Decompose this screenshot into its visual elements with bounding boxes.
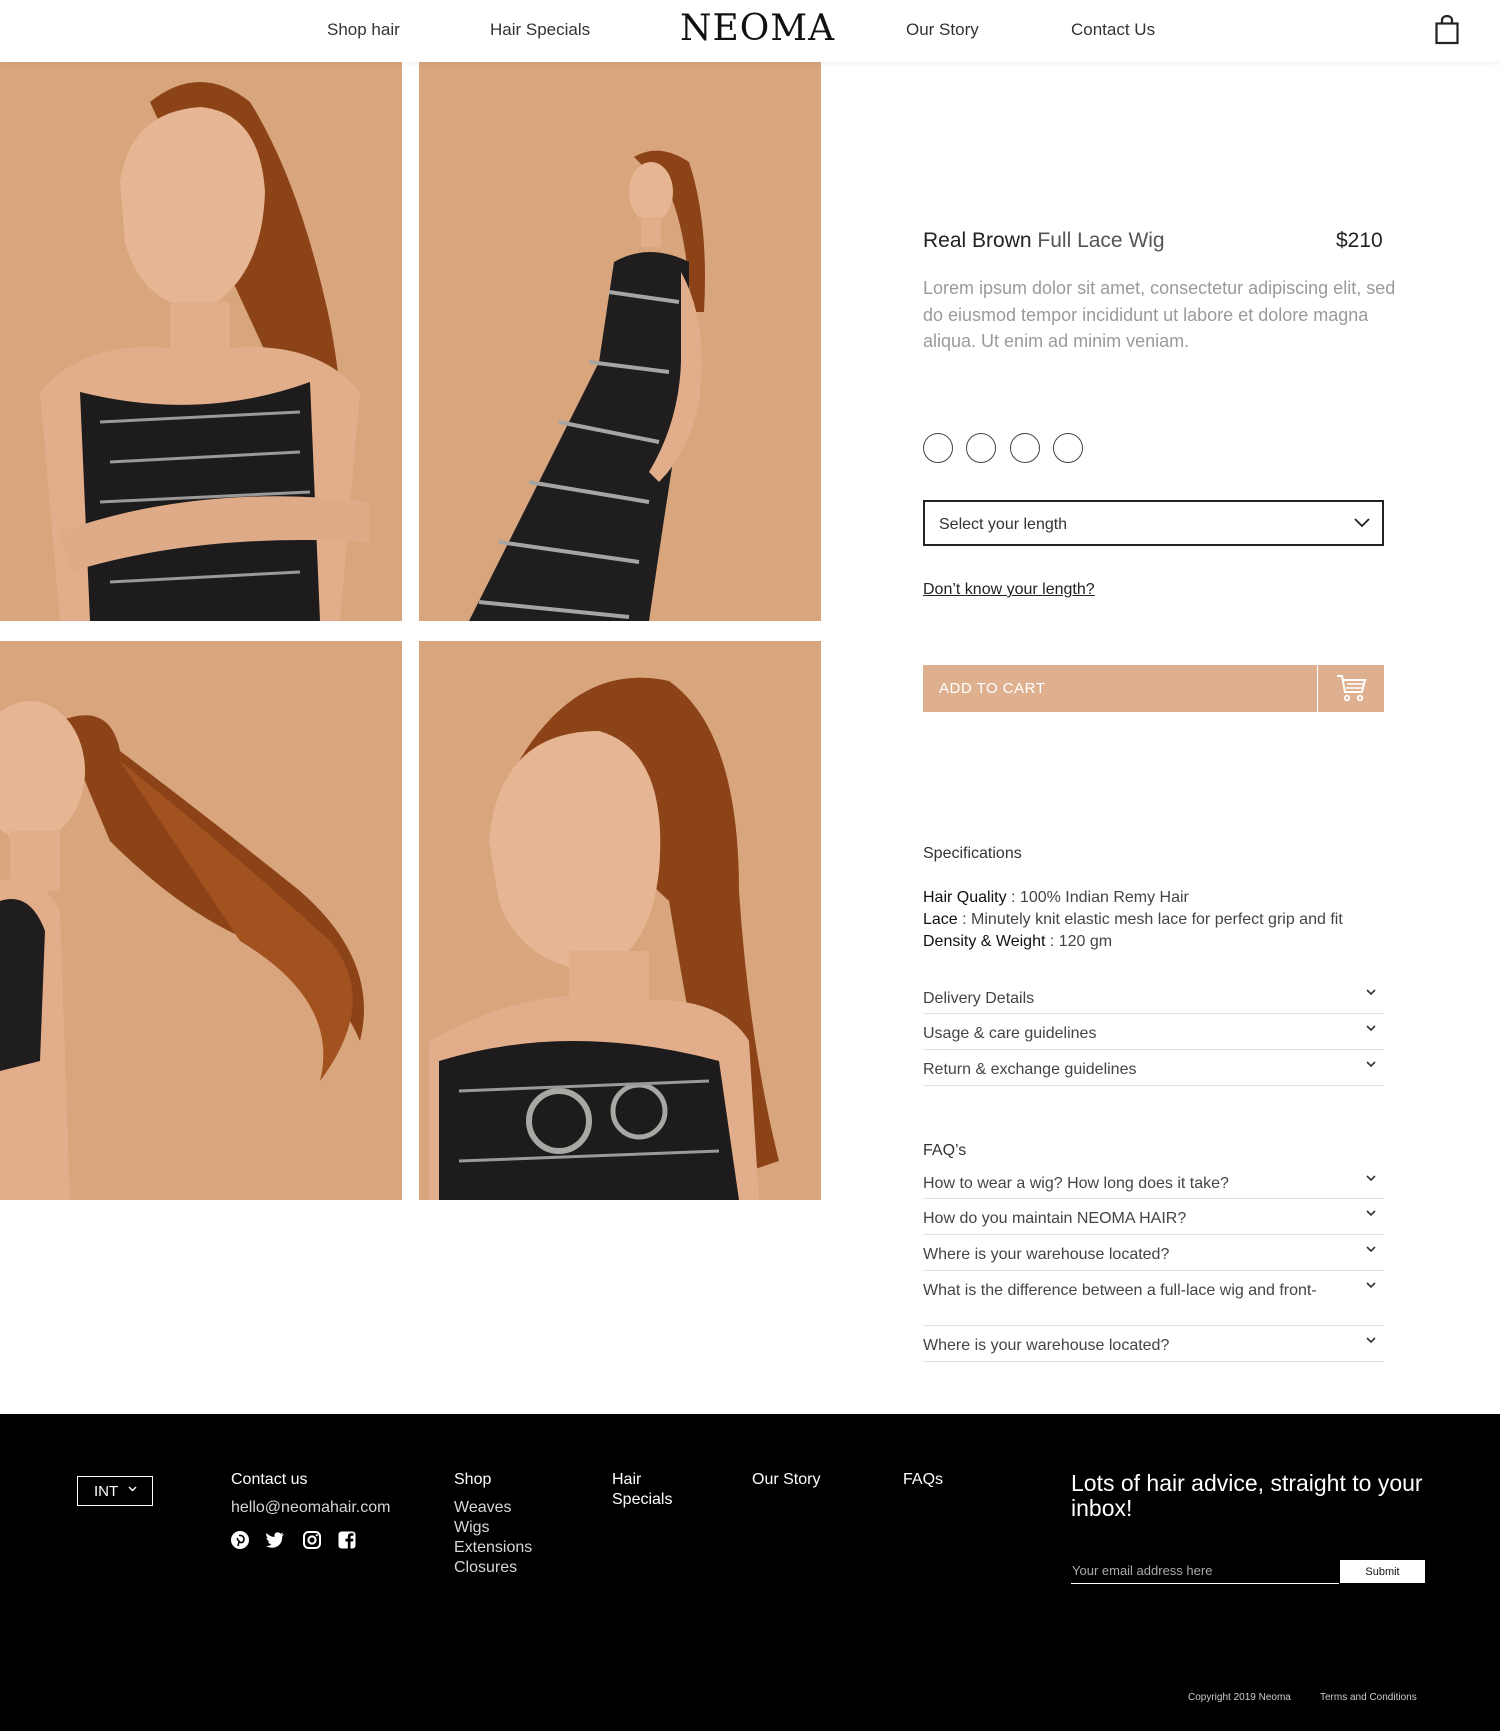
product-title-rest: Full Lace Wig <box>1031 229 1165 252</box>
chevron-down-icon <box>1366 1246 1376 1253</box>
footer-our-story[interactable]: Our Story <box>752 1471 820 1489</box>
site-header: Shop hair Hair Specials NEOMA Our Story … <box>0 0 1500 62</box>
faq-item[interactable]: How do you maintain NEOMA HAIR? <box>923 1199 1384 1235</box>
product-photo-1[interactable] <box>0 62 402 621</box>
faq-question: What is the difference between a full-la… <box>923 1282 1317 1299</box>
spec-density-weight: Density & Weight : 120 gm <box>923 933 1112 951</box>
chevron-down-icon <box>1366 1025 1376 1032</box>
nav-hair-specials[interactable]: Hair Specials <box>490 20 590 40</box>
chevron-down-icon <box>1366 1061 1376 1068</box>
chevron-down-icon <box>1366 1282 1376 1289</box>
footer-hair-specials-line1[interactable]: Hair <box>612 1471 641 1489</box>
model-profile-closeup <box>419 641 821 1200</box>
faq-question: How do you maintain NEOMA HAIR? <box>923 1210 1187 1227</box>
cart-icon <box>1337 675 1367 702</box>
length-select[interactable]: Select your length <box>923 500 1384 546</box>
region-label: INT <box>94 1483 119 1500</box>
length-select-label: Select your length <box>939 516 1068 533</box>
spec-key: Hair Quality <box>923 889 1007 906</box>
product-description: Lorem ipsum dolor sit amet, consectetur … <box>923 278 1396 351</box>
faq-question: How to wear a wig? How long does it take… <box>923 1175 1229 1192</box>
spec-key: Density & Weight <box>923 933 1046 950</box>
chevron-down-icon <box>1366 1337 1376 1344</box>
color-swatch-1[interactable] <box>923 433 953 463</box>
spec-key: Lace <box>923 911 958 928</box>
site-footer: INT Contact us hello@neomahair.com Shop … <box>0 1414 1500 1731</box>
footer-contact-heading: Contact us <box>231 1471 308 1488</box>
site-logo[interactable]: NEOMA <box>680 8 835 49</box>
nav-shop-hair[interactable]: Shop hair <box>327 20 400 40</box>
chevron-down-icon <box>1354 518 1370 528</box>
chevron-down-icon <box>128 1486 137 1492</box>
product-price: $210 <box>1336 229 1383 252</box>
accordion-usage-care[interactable]: Usage & care guidelines <box>923 1014 1384 1050</box>
faq-question: Where is your warehouse located? <box>923 1246 1170 1263</box>
footer-faqs[interactable]: FAQs <box>903 1471 943 1489</box>
accordion-label: Usage & care guidelines <box>923 1025 1097 1042</box>
newsletter-title: Lots of hair advice, straight to your in… <box>1071 1470 1423 1521</box>
spec-value: : 120 gm <box>1045 933 1113 950</box>
chevron-down-icon <box>1366 989 1376 996</box>
chevron-down-icon <box>1366 1210 1376 1217</box>
newsletter-submit-button[interactable]: Submit <box>1340 1560 1425 1583</box>
twitter-icon[interactable] <box>265 1530 285 1550</box>
footer-hair-specials-line2[interactable]: Specials <box>612 1491 672 1509</box>
color-swatch-4[interactable] <box>1053 433 1083 463</box>
accordion-delivery-details[interactable]: Delivery Details <box>923 980 1384 1014</box>
faq-item[interactable]: How to wear a wig? How long does it take… <box>923 1165 1384 1199</box>
add-to-cart-label: ADD TO CART <box>939 680 1046 697</box>
pinterest-icon[interactable] <box>230 1530 250 1550</box>
footer-link-extensions[interactable]: Extensions <box>454 1539 532 1557</box>
chevron-down-icon <box>1366 1175 1376 1182</box>
color-swatch-2[interactable] <box>966 433 996 463</box>
region-select[interactable]: INT <box>77 1476 153 1506</box>
shopping-bag-icon[interactable] <box>1435 15 1459 45</box>
copyright-text: Copyright 2019 Neoma <box>1188 1692 1291 1703</box>
add-to-cart-button[interactable]: ADD TO CART <box>923 665 1317 712</box>
instagram-icon[interactable] <box>302 1530 322 1550</box>
spec-value: : Minutely knit elastic mesh lace for pe… <box>957 911 1343 928</box>
footer-email-link[interactable]: hello@neomahair.com <box>231 1499 390 1517</box>
footer-link-weaves[interactable]: Weaves <box>454 1499 512 1517</box>
product-title-bold: Real Brown <box>923 229 1032 252</box>
model-hair-swing <box>0 641 402 1200</box>
newsletter-email-input[interactable] <box>1071 1558 1339 1584</box>
nav-contact-us[interactable]: Contact Us <box>1071 20 1155 40</box>
terms-link[interactable]: Terms and Conditions <box>1320 1692 1417 1703</box>
spec-lace: Lace : Minutely knit elastic mesh lace f… <box>923 911 1343 929</box>
product-photo-3[interactable] <box>0 641 402 1200</box>
footer-shop-heading: Shop <box>454 1471 492 1488</box>
faq-question: Where is your warehouse located? <box>923 1337 1170 1354</box>
specifications-heading: Specifications <box>923 845 1022 862</box>
product-photo-4[interactable] <box>419 641 821 1200</box>
model-portrait-arms-crossed <box>0 62 402 621</box>
length-help-link[interactable]: Don’t know your length? <box>923 581 1095 599</box>
spec-value: : 100% Indian Remy Hair <box>1006 889 1189 906</box>
faq-item[interactable]: Where is your warehouse located? <box>923 1326 1384 1362</box>
accordion-label: Delivery Details <box>923 990 1035 1007</box>
faq-item[interactable]: What is the difference between a full-la… <box>923 1271 1384 1326</box>
faqs-heading: FAQ’s <box>923 1142 967 1159</box>
color-swatch-3[interactable] <box>1010 433 1040 463</box>
product-title: Real Brown Full Lace Wig <box>923 229 1165 253</box>
faq-item[interactable]: Where is your warehouse located? <box>923 1235 1384 1271</box>
accordion-label: Return & exchange guidelines <box>923 1061 1137 1078</box>
footer-link-closures[interactable]: Closures <box>454 1559 517 1577</box>
facebook-icon[interactable] <box>337 1530 357 1550</box>
product-photo-2[interactable] <box>419 62 821 621</box>
nav-our-story[interactable]: Our Story <box>906 20 979 40</box>
spec-hair-quality: Hair Quality : 100% Indian Remy Hair <box>923 889 1189 907</box>
model-full-length-dress <box>419 62 821 621</box>
footer-link-wigs[interactable]: Wigs <box>454 1519 490 1537</box>
accordion-return-exchange[interactable]: Return & exchange guidelines <box>923 1050 1384 1086</box>
cart-icon-button[interactable] <box>1318 665 1384 712</box>
